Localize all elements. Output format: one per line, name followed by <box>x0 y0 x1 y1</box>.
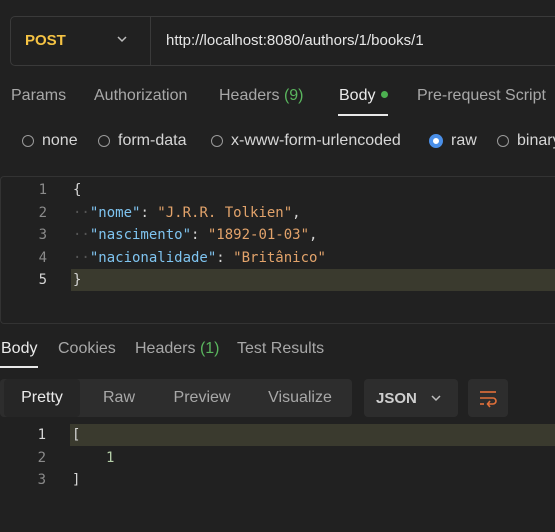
code-line: 3 ] <box>0 469 555 491</box>
code-text: [ <box>72 427 81 443</box>
code-text: { <box>73 182 82 198</box>
chevron-down-icon <box>431 395 441 402</box>
radio-raw[interactable]: raw <box>429 132 477 150</box>
tab-headers[interactable]: Headers (9) <box>219 87 304 105</box>
radio-none-label: none <box>42 132 78 149</box>
tab-authorization[interactable]: Authorization <box>94 87 187 105</box>
line-number: 3 <box>37 472 46 488</box>
line-number: 5 <box>38 272 47 288</box>
code-text: 1 <box>106 450 115 466</box>
code-text: ] <box>72 472 81 488</box>
code-line: 2 1 <box>0 447 555 469</box>
code-text: } <box>73 272 82 288</box>
code-line: 3 ··"nascimento": "1892-01-03", <box>1 224 555 246</box>
code-line: 2 ··"nome": "J.R.R. Tolkien", <box>1 202 555 224</box>
line-number: 3 <box>38 227 47 243</box>
radio-circle <box>98 135 110 147</box>
tab-body-label: Body <box>339 87 376 104</box>
line-number: 2 <box>38 205 47 221</box>
code-text: ··"nascimento": "1892-01-03", <box>73 227 318 243</box>
response-tab-headers[interactable]: Headers (1) <box>135 340 220 358</box>
radio-urlencoded[interactable]: x-www-form-urlencoded <box>211 132 401 150</box>
tab-headers-label: Headers <box>219 87 280 104</box>
radio-circle <box>211 135 223 147</box>
radio-raw-label: raw <box>451 132 477 149</box>
code-line: 4 ··"nacionalidade": "Britânico" <box>1 247 555 269</box>
line-number: 4 <box>38 250 47 266</box>
radio-binary[interactable]: binary <box>497 132 555 150</box>
active-tab-underline <box>338 114 388 116</box>
headers-count-badge: (9) <box>283 87 304 104</box>
tab-prerequest-script[interactable]: Pre-request Script <box>417 87 546 105</box>
response-tab-body[interactable]: Body <box>1 340 37 358</box>
url-divider <box>150 17 151 65</box>
line-number: 2 <box>37 450 46 466</box>
response-tab-cookies[interactable]: Cookies <box>58 340 116 358</box>
response-active-tab-underline <box>0 366 38 368</box>
response-tab-headers-label: Headers <box>135 340 196 357</box>
method-selector[interactable]: POST <box>25 32 66 49</box>
chevron-down-icon[interactable] <box>116 33 128 45</box>
current-line-highlight <box>70 424 555 446</box>
wrap-lines-button[interactable] <box>468 379 508 417</box>
radio-urlencoded-label: x-www-form-urlencoded <box>231 132 401 149</box>
line-number: 1 <box>37 427 46 443</box>
url-bar: POST http://localhost:8080/authors/1/boo… <box>10 16 555 66</box>
code-text: ··"nacionalidade": "Britânico" <box>73 250 326 266</box>
line-number: 1 <box>38 182 47 198</box>
radio-form-data[interactable]: form-data <box>98 132 186 150</box>
response-tab-test-results[interactable]: Test Results <box>237 340 324 358</box>
format-select[interactable]: JSON <box>364 379 458 417</box>
view-mode-visualize[interactable]: Visualize <box>250 379 350 417</box>
radio-circle-selected <box>429 134 443 148</box>
current-line-highlight <box>71 269 555 291</box>
view-mode-toggle: Pretty Raw Preview Visualize <box>0 379 352 417</box>
code-text: ··"nome": "J.R.R. Tolkien", <box>73 205 301 221</box>
tab-params[interactable]: Params <box>11 87 66 105</box>
body-indicator-dot <box>381 90 389 98</box>
code-line-current: 5 } <box>1 269 555 291</box>
radio-circle <box>497 135 509 147</box>
view-mode-pretty[interactable]: Pretty <box>4 379 80 417</box>
radio-form-data-label: form-data <box>118 132 187 149</box>
request-body-editor[interactable]: 1 { 2 ··"nome": "J.R.R. Tolkien", 3 ··"n… <box>0 176 555 324</box>
response-headers-count-badge: (1) <box>199 340 220 357</box>
radio-binary-label: binary <box>517 132 555 149</box>
code-line-current: 1 [ <box>0 424 555 446</box>
response-body-viewer: 1 [ 2 1 3 ] <box>0 424 555 504</box>
view-mode-raw[interactable]: Raw <box>84 379 154 417</box>
format-select-value: JSON <box>376 390 417 407</box>
view-mode-preview[interactable]: Preview <box>158 379 246 417</box>
wrap-lines-icon <box>480 391 497 408</box>
tab-body[interactable]: Body <box>339 87 389 105</box>
radio-circle <box>22 135 34 147</box>
code-line: 1 { <box>1 179 555 201</box>
radio-none[interactable]: none <box>22 132 78 150</box>
url-input[interactable]: http://localhost:8080/authors/1/books/1 <box>166 32 424 49</box>
